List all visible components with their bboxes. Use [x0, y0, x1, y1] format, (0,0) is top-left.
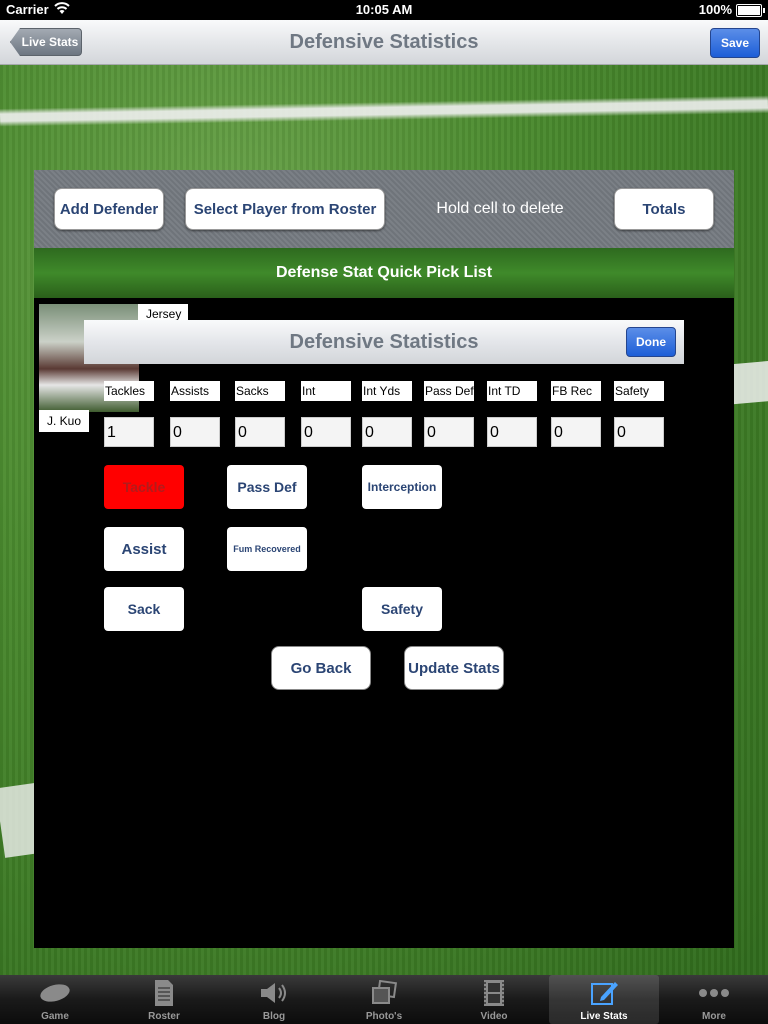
- edit-icon: [549, 979, 659, 1007]
- document-icon: [109, 979, 219, 1007]
- tab-video[interactable]: Video: [439, 975, 549, 1024]
- megaphone-icon: [219, 979, 329, 1007]
- interception-button[interactable]: Interception: [362, 465, 442, 509]
- sack-button[interactable]: Sack: [104, 587, 184, 631]
- tab-bar: Game Roster Blog Photo's Video Live Stat…: [0, 975, 768, 1024]
- stats-panel: Add Defender Select Player from Roster H…: [34, 170, 734, 948]
- select-player-button[interactable]: Select Player from Roster: [185, 188, 385, 230]
- stat-input-assists[interactable]: 0: [170, 417, 220, 447]
- stat-input-fb-rec[interactable]: 0: [551, 417, 601, 447]
- hold-hint: Hold cell to delete: [436, 200, 564, 217]
- add-defender-button[interactable]: Add Defender: [54, 188, 164, 230]
- stat-input-int[interactable]: 0: [301, 417, 351, 447]
- pass-def-button[interactable]: Pass Def: [227, 465, 307, 509]
- stat-label-sacks: Sacks: [235, 381, 285, 401]
- stat-input-safety[interactable]: 0: [614, 417, 664, 447]
- totals-button[interactable]: Totals: [614, 188, 714, 230]
- tab-label: Video: [480, 1011, 508, 1022]
- stat-label-tackles: Tackles: [104, 381, 154, 401]
- stat-input-sacks[interactable]: 0: [235, 417, 285, 447]
- stat-input-int-td[interactable]: 0: [487, 417, 537, 447]
- clock: 10:05 AM: [355, 2, 413, 17]
- fum-recovered-button[interactable]: Fum Recovered: [227, 527, 307, 571]
- tackle-button[interactable]: Tackle: [104, 465, 184, 509]
- tab-label: Photo's: [365, 1011, 403, 1022]
- tab-roster[interactable]: Roster: [109, 975, 219, 1024]
- stat-label-int: Int: [301, 381, 351, 401]
- stat-input-tackles[interactable]: 1: [104, 417, 154, 447]
- photos-icon: [329, 979, 439, 1007]
- tab-label: More: [702, 1011, 726, 1022]
- stat-label-int-yds: Int Yds: [362, 381, 412, 401]
- safety-button[interactable]: Safety: [362, 587, 442, 631]
- stat-input-pass-def[interactable]: 0: [424, 417, 474, 447]
- football-icon: [0, 979, 110, 1007]
- status-bar: Carrier 10:05 AM 100%: [0, 0, 768, 20]
- tab-photos[interactable]: Photo's: [329, 975, 439, 1024]
- update-stats-button[interactable]: Update Stats: [404, 646, 504, 690]
- battery-icon: [736, 4, 765, 17]
- stat-input-int-yds[interactable]: 0: [362, 417, 412, 447]
- tab-label: Roster: [148, 1011, 180, 1022]
- tab-game[interactable]: Game: [0, 975, 110, 1024]
- modal-header: Defensive Statistics Done: [84, 320, 684, 364]
- assist-button[interactable]: Assist: [104, 527, 184, 571]
- page-title: Defensive Statistics: [289, 31, 479, 53]
- panel-toolbar: Add Defender Select Player from Roster H…: [34, 170, 734, 248]
- tab-blog[interactable]: Blog: [219, 975, 329, 1024]
- nav-bar: Live Stats Defensive Statistics Save: [0, 20, 768, 65]
- stat-label-safety: Safety: [614, 381, 664, 401]
- film-icon: [439, 979, 549, 1007]
- go-back-button[interactable]: Go Back: [271, 646, 371, 690]
- tab-label: Live Stats: [580, 1011, 628, 1022]
- stat-label-pass-def: Pass Def: [424, 381, 474, 401]
- tab-label: Game: [41, 1011, 69, 1022]
- tab-live-stats[interactable]: Live Stats: [549, 975, 659, 1024]
- stat-label-int-td: Int TD: [487, 381, 537, 401]
- player-name: J. Kuo: [39, 410, 89, 432]
- tab-more[interactable]: More: [659, 975, 768, 1024]
- quick-pick-header: Defense Stat Quick Pick List: [34, 248, 734, 298]
- modal-title: Defensive Statistics: [289, 331, 479, 353]
- battery-percent: 100%: [698, 2, 732, 17]
- more-icon: [659, 979, 768, 1007]
- stat-label-assists: Assists: [170, 381, 220, 401]
- tab-label: Blog: [262, 1011, 286, 1022]
- yard-line: [0, 95, 768, 127]
- stat-label-fb-rec: FB Rec: [551, 381, 601, 401]
- save-button[interactable]: Save: [710, 28, 760, 58]
- done-button[interactable]: Done: [626, 327, 676, 357]
